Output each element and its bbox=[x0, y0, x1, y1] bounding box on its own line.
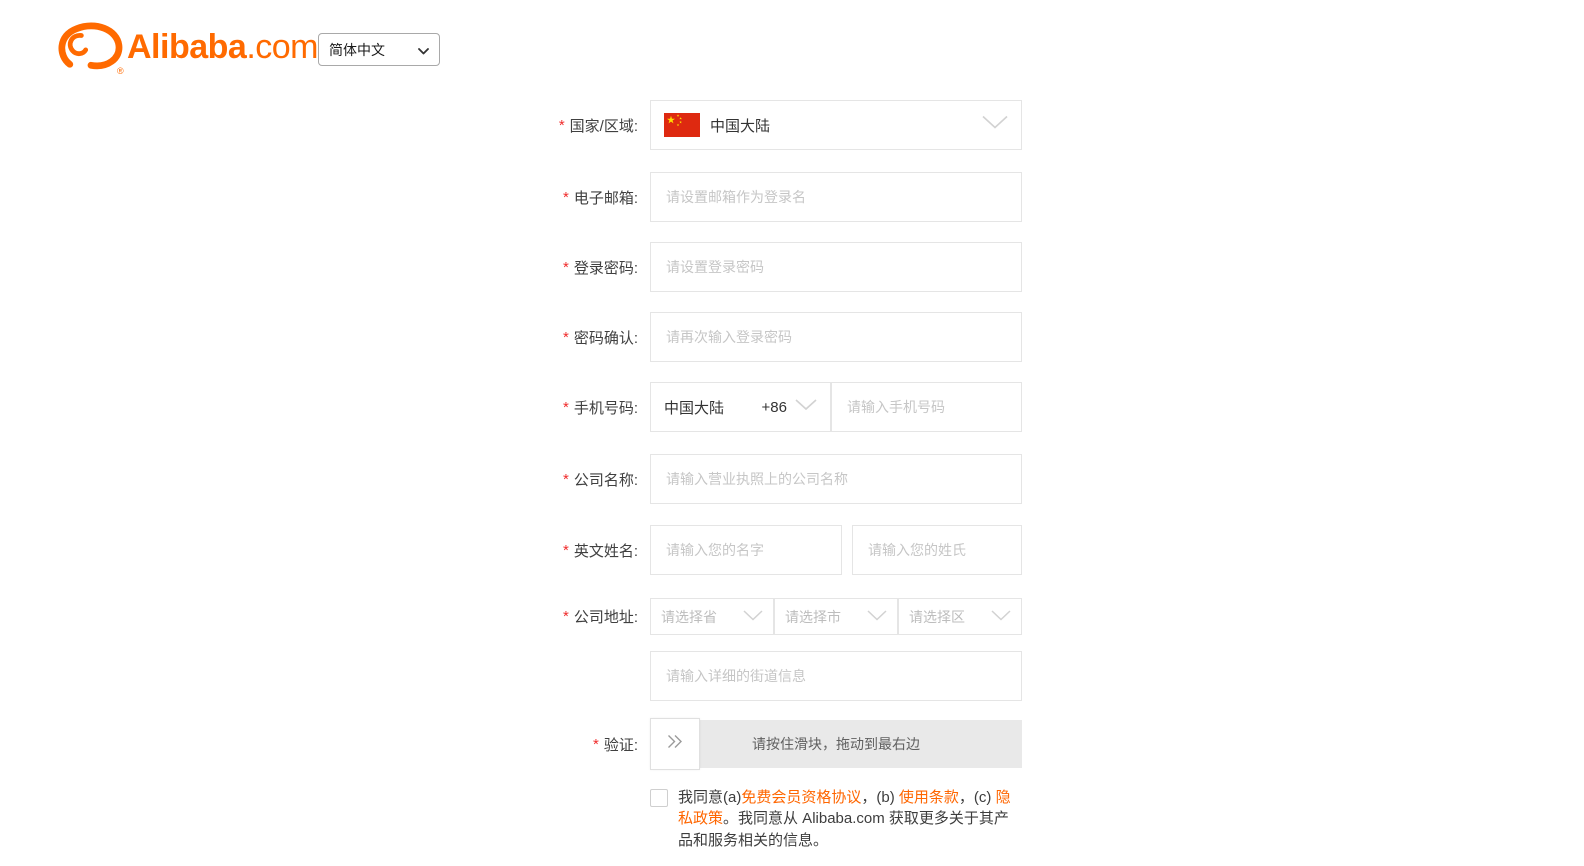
dial-code: +86 bbox=[761, 398, 787, 416]
phone-country-select[interactable]: 中国大陆 +86 bbox=[650, 382, 831, 432]
first-name-input[interactable] bbox=[650, 525, 842, 575]
password-row: * 登录密码: bbox=[400, 242, 1022, 292]
company-name-input[interactable] bbox=[650, 454, 1022, 504]
registered-trademark: ® bbox=[117, 66, 124, 76]
company-address-row: * 公司地址: 请选择省 请选择市 请选择区 bbox=[400, 598, 1022, 635]
agreement-row: 我同意(a)免费会员资格协议，(b) 使用条款，(c) 隐私政策。我同意从 Al… bbox=[650, 787, 1014, 851]
chevron-down-icon bbox=[743, 608, 763, 626]
captcha-slider-track: 请按住滑块，拖动到最右边 bbox=[650, 718, 1022, 770]
phone-row: * 手机号码: 中国大陆 +86 bbox=[400, 382, 1022, 432]
email-row: * 电子邮箱: bbox=[400, 172, 1022, 222]
captcha-label: * 验证: bbox=[592, 735, 638, 754]
field-gap bbox=[842, 525, 852, 575]
china-flag-icon bbox=[664, 113, 700, 137]
chevron-down-icon bbox=[991, 608, 1011, 626]
district-select-value: 请选择区 bbox=[909, 608, 965, 625]
captcha-slider-handle[interactable] bbox=[650, 718, 700, 770]
phone-label: * 手机号码: bbox=[562, 398, 638, 417]
logo-wordmark: Alibaba.com bbox=[127, 22, 318, 72]
password-input[interactable] bbox=[650, 242, 1022, 292]
province-select[interactable]: 请选择省 bbox=[650, 598, 774, 635]
required-marker: * bbox=[558, 116, 565, 134]
chevron-down-icon bbox=[982, 115, 1008, 135]
last-name-input[interactable] bbox=[852, 525, 1022, 575]
language-selector[interactable]: 简体中文 bbox=[318, 33, 440, 66]
phone-country-value: 中国大陆 bbox=[664, 399, 725, 417]
district-select[interactable]: 请选择区 bbox=[898, 598, 1022, 635]
phone-number-input[interactable] bbox=[831, 382, 1022, 432]
password-confirm-row: * 密码确认: bbox=[400, 312, 1022, 362]
agreement-text: 我同意(a)免费会员资格协议，(b) 使用条款，(c) 隐私政策。我同意从 Al… bbox=[678, 789, 1011, 849]
double-chevron-right-icon bbox=[667, 734, 683, 754]
email-input[interactable] bbox=[650, 172, 1022, 222]
country-region-label: * 国家/区域: bbox=[558, 116, 638, 135]
language-selector-value: 简体中文 bbox=[329, 41, 385, 58]
alibaba-logo-icon: ® bbox=[57, 22, 124, 76]
city-select[interactable]: 请选择市 bbox=[774, 598, 898, 635]
country-region-row: * 国家/区域: 中国大陆 bbox=[400, 100, 1022, 150]
chevron-down-icon bbox=[867, 608, 887, 626]
country-region-value: 中国大陆 bbox=[710, 117, 771, 135]
street-input[interactable] bbox=[650, 651, 1022, 701]
password-label: * 登录密码: bbox=[562, 258, 638, 277]
chevron-down-icon bbox=[418, 42, 429, 58]
chevron-down-icon bbox=[795, 398, 817, 416]
captcha-row: * 验证: 请按住滑块，拖动到最右边 bbox=[400, 718, 1022, 770]
membership-agreement-link[interactable]: 免费会员资格协议 bbox=[741, 789, 861, 806]
captcha-instruction: 请按住滑块，拖动到最右边 bbox=[752, 736, 920, 752]
logo-suffix-text: .com bbox=[246, 28, 318, 66]
logo-brand-text: Alibaba bbox=[127, 28, 247, 66]
agreement-checkbox[interactable] bbox=[650, 789, 668, 807]
province-select-value: 请选择省 bbox=[661, 608, 717, 625]
city-select-value: 请选择市 bbox=[785, 608, 841, 625]
terms-of-use-link[interactable]: 使用条款 bbox=[899, 789, 959, 806]
email-label: * 电子邮箱: bbox=[562, 188, 638, 207]
english-name-label: * 英文姓名: bbox=[562, 541, 638, 560]
country-region-select[interactable]: 中国大陆 bbox=[650, 100, 1022, 150]
alibaba-logo: ® Alibaba.com bbox=[57, 22, 318, 76]
english-name-row: * 英文姓名: bbox=[400, 525, 1022, 575]
password-confirm-label: * 密码确认: bbox=[562, 328, 638, 347]
password-confirm-input[interactable] bbox=[650, 312, 1022, 362]
company-address-label: * 公司地址: bbox=[562, 608, 638, 626]
company-name-row: * 公司名称: bbox=[400, 454, 1022, 504]
street-row bbox=[400, 651, 1022, 701]
company-name-label: * 公司名称: bbox=[562, 470, 638, 489]
